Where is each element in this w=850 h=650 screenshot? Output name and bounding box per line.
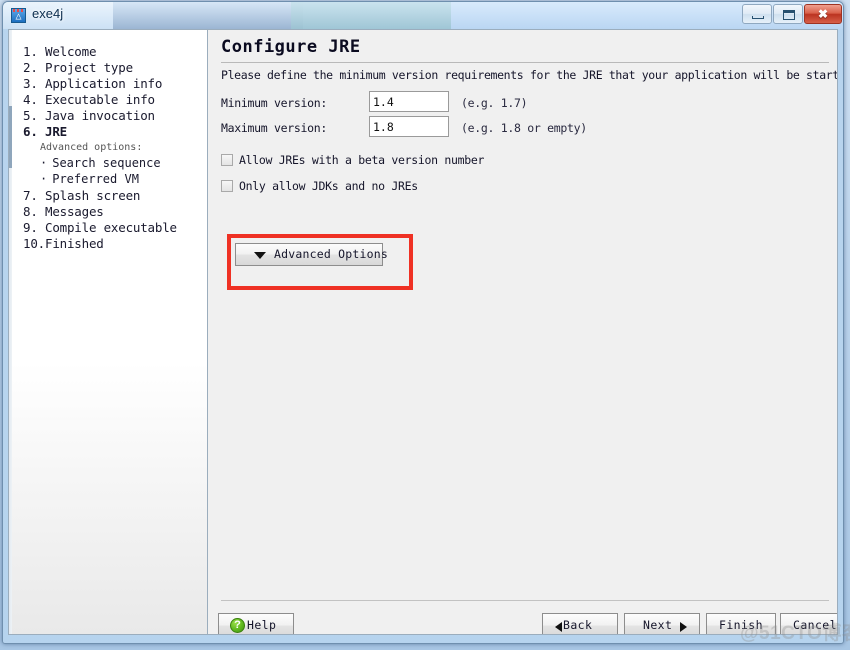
title-divider (221, 62, 829, 63)
chevron-down-icon (254, 252, 266, 259)
arrow-right-icon (680, 622, 687, 632)
wizard-content-pane: Configure JRE Please define the minimum … (209, 30, 837, 634)
sidebar-item-executable-info[interactable]: 4. Executable info (23, 92, 155, 107)
advanced-options-area: Advanced Options (218, 230, 413, 292)
sidebar-item-label: Application info (45, 76, 163, 91)
sidebar-item-label: Executable info (45, 92, 155, 107)
sidebar-item-messages[interactable]: 8. Messages (23, 204, 104, 219)
minimize-button[interactable] (742, 4, 772, 24)
maximum-version-input[interactable] (369, 116, 449, 137)
sidebar-item-label: JRE (45, 124, 67, 139)
glass-streak (113, 2, 303, 29)
sidebar-item-welcome[interactable]: 1. Welcome (23, 44, 96, 59)
sidebar-item-number: 3. (23, 76, 38, 91)
back-button[interactable]: Back (542, 613, 618, 634)
sidebar-item-finished[interactable]: 10.Finished (23, 236, 104, 251)
maximum-version-label: Maximum version: (221, 121, 327, 135)
window-title-bar[interactable]: △ exe4j ✖ (3, 2, 843, 29)
maximize-icon (783, 10, 795, 20)
advanced-options-label: Advanced Options (274, 247, 388, 261)
sidebar-item-application-info[interactable]: 3. Application info (23, 76, 162, 91)
sidebar-item-label: Finished (45, 236, 104, 251)
sidebar-item-label: Splash screen (45, 188, 141, 203)
sidebar-item-jre[interactable]: 6. JRE (23, 124, 67, 139)
sidebar-item-number: 10. (23, 236, 45, 251)
exe4j-window: △ exe4j ✖ 1. Welcome 2. Project type 3. App… (2, 1, 844, 644)
maximum-version-hint: (e.g. 1.8 or empty) (461, 121, 587, 135)
finish-button[interactable]: Finish (706, 613, 776, 634)
next-button[interactable]: Next (624, 613, 700, 634)
sidebar-item-splash-screen[interactable]: 7. Splash screen (23, 188, 140, 203)
maximize-button[interactable] (773, 4, 803, 24)
sidebar-item-number: 6. (23, 124, 38, 139)
buttonbar-divider (221, 600, 829, 601)
allow-beta-jre-label: Allow JREs with a beta version number (239, 153, 485, 167)
sidebar-subitem-label: Preferred VM (52, 172, 139, 186)
sidebar-item-number: 8. (23, 204, 38, 219)
back-button-label: Back (563, 618, 593, 632)
intro-description: Please define the minimum version requir… (221, 68, 838, 82)
help-icon-glyph: ? (234, 619, 241, 631)
exe4j-app-icon: △ (11, 8, 26, 23)
bullet-icon: · (40, 172, 48, 186)
sidebar-item-java-invocation[interactable]: 5. Java invocation (23, 108, 155, 123)
close-button[interactable]: ✖ (804, 4, 842, 24)
exe4j-watermark: exe4j (208, 384, 209, 604)
sidebar-item-project-type[interactable]: 2. Project type (23, 60, 133, 75)
wizard-step-sidebar: 1. Welcome 2. Project type 3. Application i… (9, 30, 208, 634)
sidebar-advanced-options-heading: Advanced options: (40, 142, 143, 153)
window-client-area: 1. Welcome 2. Project type 3. Application i… (8, 29, 838, 635)
sidebar-item-label: Project type (45, 60, 133, 75)
sidebar-item-number: 5. (23, 108, 38, 123)
minimize-icon (752, 16, 764, 19)
sidebar-item-label: Welcome (45, 44, 97, 59)
only-jdk-label: Only allow JDKs and no JREs (239, 179, 418, 193)
sidebar-subitem-label: Search sequence (52, 156, 161, 170)
sidebar-item-number: 9. (23, 220, 38, 235)
sidebar-item-number: 2. (23, 60, 38, 75)
arrow-left-icon (555, 622, 562, 632)
icon-arrow-glyph: △ (15, 11, 22, 22)
help-button[interactable]: ? Help (218, 613, 294, 634)
window-title: exe4j (32, 6, 64, 21)
sidebar-subitem-search-sequence[interactable]: · Search sequence (40, 156, 161, 170)
finish-button-label: Finish (719, 618, 763, 632)
help-button-label: Help (247, 618, 277, 632)
sidebar-scrollbar-thumb[interactable] (9, 106, 12, 168)
sidebar-item-label: Messages (45, 204, 104, 219)
sidebar-item-label: Java invocation (45, 108, 155, 123)
cancel-button-label: Cancel (793, 618, 837, 632)
only-jdk-checkbox[interactable] (221, 180, 233, 192)
glass-streak (291, 2, 451, 29)
sidebar-item-number: 4. (23, 92, 38, 107)
advanced-options-button[interactable]: Advanced Options (235, 243, 388, 266)
next-button-label: Next (643, 618, 673, 632)
bullet-icon: · (40, 156, 48, 170)
sidebar-item-label: Compile executable (45, 220, 177, 235)
sidebar-item-compile-executable[interactable]: 9. Compile executable (23, 220, 177, 235)
minimum-version-label: Minimum version: (221, 96, 327, 110)
sidebar-item-number: 1. (23, 44, 38, 59)
cancel-button[interactable]: Cancel (780, 613, 837, 634)
page-title: Configure JRE (221, 37, 361, 57)
sidebar-subitem-preferred-vm[interactable]: · Preferred VM (40, 172, 139, 186)
close-icon: ✖ (817, 7, 829, 21)
allow-beta-jre-checkbox[interactable] (221, 154, 233, 166)
minimum-version-input[interactable] (369, 91, 449, 112)
sidebar-item-number: 7. (23, 188, 38, 203)
minimum-version-hint: (e.g. 1.7) (461, 96, 528, 110)
